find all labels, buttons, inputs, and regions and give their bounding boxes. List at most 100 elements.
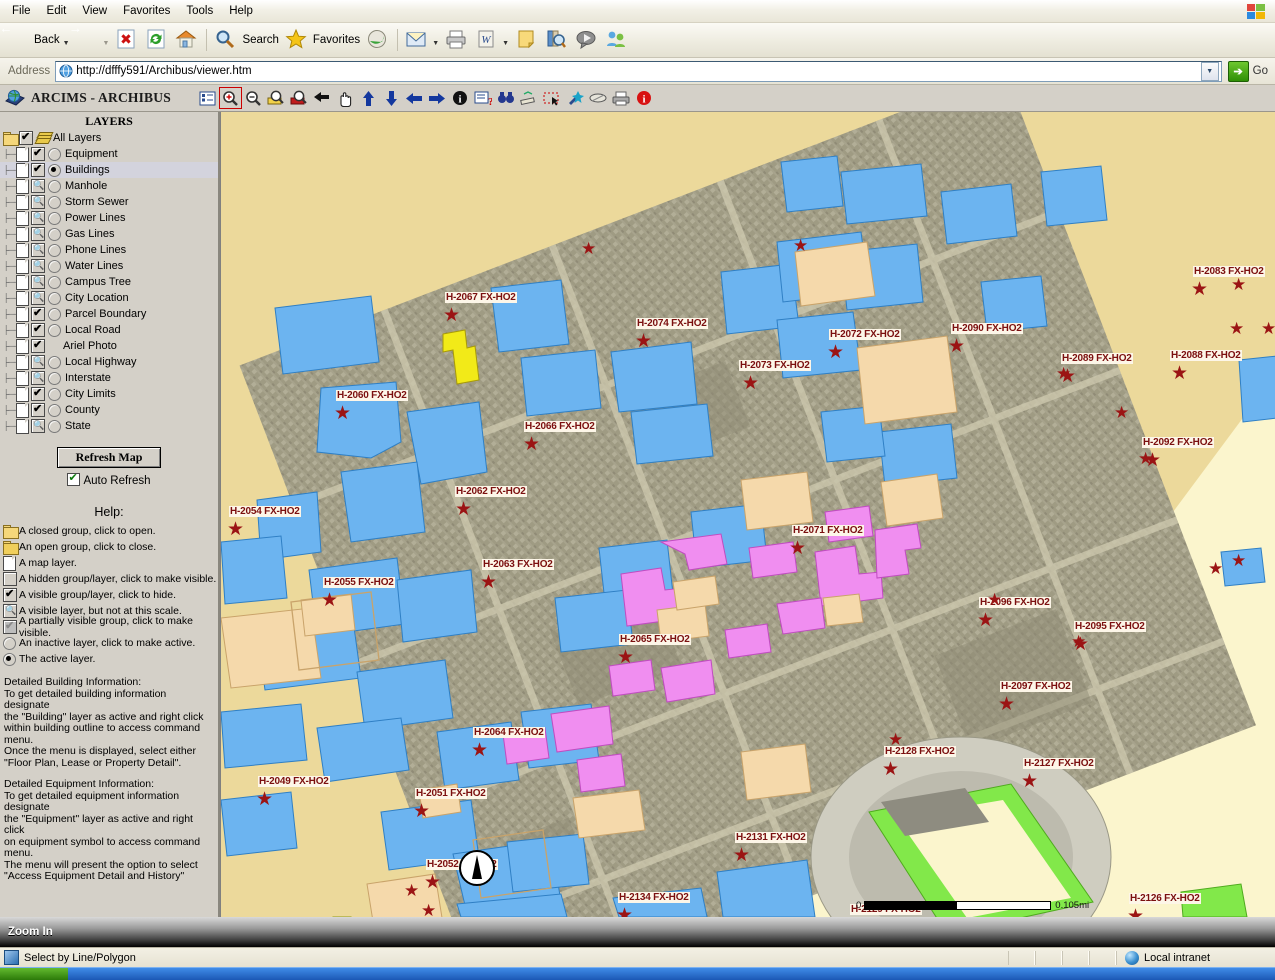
- layer-row-phone-lines[interactable]: ├── 🔍 Phone Lines: [0, 242, 218, 258]
- open-folder-icon[interactable]: [3, 132, 19, 146]
- mail-button[interactable]: ▼: [402, 26, 442, 54]
- equipment-star-marker[interactable]: ★: [256, 790, 273, 809]
- layer-row-buildings[interactable]: ├── ✔ Buildings: [0, 162, 218, 178]
- equipment-star-marker[interactable]: ★: [1208, 560, 1223, 577]
- discuss-button[interactable]: [572, 26, 602, 54]
- layer-row-interstate[interactable]: ├── 🔍 Interstate: [0, 370, 218, 386]
- query-tool[interactable]: ?: [473, 88, 494, 108]
- menu-item-view[interactable]: View: [74, 3, 115, 19]
- layer-row-equipment[interactable]: ├── ✔ Equipment: [0, 146, 218, 162]
- equipment-star-marker[interactable]: ★: [977, 611, 994, 630]
- select-box-tool[interactable]: [542, 88, 563, 108]
- auto-refresh-checkbox[interactable]: [67, 471, 81, 486]
- layer-active-radio[interactable]: [48, 243, 61, 257]
- equipment-star-marker[interactable]: ★: [1127, 907, 1144, 917]
- equipment-star-marker[interactable]: ★: [581, 240, 596, 257]
- layer-active-radio[interactable]: [48, 147, 61, 161]
- layer-visibility-checkbox[interactable]: 🔍: [31, 291, 45, 305]
- pan-east-tool[interactable]: [427, 88, 448, 108]
- layer-visibility-checkbox[interactable]: 🔍: [31, 179, 45, 193]
- equipment-star-marker[interactable]: ★: [1229, 320, 1244, 337]
- layer-visibility-checkbox[interactable]: 🔍: [31, 211, 45, 225]
- layer-visibility-checkbox[interactable]: ✔: [31, 403, 45, 417]
- stop-button[interactable]: ✖: [112, 26, 142, 54]
- menu-item-favorites[interactable]: Favorites: [115, 3, 178, 19]
- menu-item-tools[interactable]: Tools: [178, 3, 221, 19]
- equipment-star-marker[interactable]: ★: [793, 237, 808, 254]
- equipment-star-marker[interactable]: ★: [1021, 772, 1038, 791]
- layer-active-radio[interactable]: [48, 307, 61, 321]
- pan-north-tool[interactable]: [358, 88, 379, 108]
- equipment-star-marker[interactable]: ★: [523, 435, 540, 454]
- legend-tool[interactable]: [197, 88, 218, 108]
- forward-button[interactable]: → ▼: [69, 22, 113, 54]
- layer-active-radio[interactable]: [48, 291, 61, 305]
- print-tool[interactable]: [611, 88, 632, 108]
- layer-row-storm-sewer[interactable]: ├── 🔍 Storm Sewer: [0, 194, 218, 210]
- equipment-star-marker[interactable]: ★: [1071, 633, 1086, 650]
- layer-active-radio[interactable]: [48, 179, 61, 193]
- forward-dropdown-icon[interactable]: ▼: [103, 40, 110, 47]
- layer-visibility-checkbox[interactable]: ✔: [31, 387, 45, 401]
- go-button[interactable]: ➔ Go: [1227, 60, 1268, 82]
- layer-row-parcel-boundary[interactable]: ├── ✔ Parcel Boundary: [0, 306, 218, 322]
- equipment-star-marker[interactable]: ★: [480, 573, 497, 592]
- equipment-star-marker[interactable]: ★: [424, 873, 441, 892]
- layer-visibility-checkbox[interactable]: 🔍: [31, 419, 45, 433]
- auto-refresh-row[interactable]: Auto Refresh: [0, 471, 218, 487]
- messenger-button[interactable]: [602, 26, 632, 54]
- equipment-star-marker[interactable]: ★: [227, 520, 244, 539]
- layer-visibility-checkbox[interactable]: 🔍: [31, 259, 45, 273]
- layer-active-radio[interactable]: [48, 195, 61, 209]
- equipment-star-marker[interactable]: ★: [471, 741, 488, 760]
- equipment-star-marker[interactable]: ★: [1231, 552, 1246, 569]
- pan-west-tool[interactable]: [404, 88, 425, 108]
- edit-word-button[interactable]: W ▼: [472, 26, 512, 54]
- home-button[interactable]: [172, 26, 202, 54]
- back-extent-tool[interactable]: [312, 88, 333, 108]
- layer-row-state[interactable]: ├── 🔍 State: [0, 418, 218, 434]
- start-button[interactable]: [0, 968, 68, 980]
- layer-visibility-checkbox[interactable]: ✔: [31, 339, 45, 353]
- equipment-star-marker[interactable]: ★: [733, 846, 750, 865]
- layer-active-radio[interactable]: [48, 387, 61, 401]
- menu-item-help[interactable]: Help: [221, 3, 261, 19]
- identify-tool[interactable]: i: [450, 88, 471, 108]
- layer-active-radio[interactable]: [48, 403, 61, 417]
- equipment-star-marker[interactable]: ★: [948, 337, 965, 356]
- layer-row-campus-tree[interactable]: ├── 🔍 Campus Tree: [0, 274, 218, 290]
- security-zone[interactable]: Local intranet: [1116, 950, 1275, 965]
- layer-active-radio[interactable]: [48, 355, 61, 369]
- equipment-star-marker[interactable]: ★: [616, 906, 633, 917]
- layer-visibility-checkbox[interactable]: 🔍: [31, 371, 45, 385]
- pan-tool[interactable]: [335, 88, 356, 108]
- mail-dropdown-icon[interactable]: ▼: [432, 40, 439, 47]
- layer-active-radio[interactable]: [48, 227, 61, 241]
- search-button[interactable]: Search: [211, 26, 281, 54]
- equipment-star-marker[interactable]: ★: [443, 306, 460, 325]
- equipment-star-marker[interactable]: ★: [1056, 365, 1071, 382]
- equipment-star-marker[interactable]: ★: [1191, 280, 1208, 299]
- notes-button[interactable]: [512, 26, 542, 54]
- layer-visibility-checkbox[interactable]: ✔: [31, 307, 45, 321]
- about-tool[interactable]: i: [634, 88, 655, 108]
- zoom-in-tool[interactable]: [218, 87, 242, 109]
- layer-active-radio[interactable]: [48, 371, 61, 385]
- measure-tool[interactable]: [519, 88, 540, 108]
- equipment-star-marker[interactable]: ★: [413, 802, 430, 821]
- equipment-star-marker[interactable]: ★: [1138, 450, 1153, 467]
- layer-row-gas-lines[interactable]: ├── 🔍 Gas Lines: [0, 226, 218, 242]
- layer-row-city-location[interactable]: ├── 🔍 City Location: [0, 290, 218, 306]
- equipment-star-marker[interactable]: ★: [987, 591, 1002, 608]
- equipment-star-marker[interactable]: ★: [1231, 276, 1246, 293]
- layer-row-county[interactable]: ├── ✔ County: [0, 402, 218, 418]
- layer-visibility-checkbox[interactable]: 🔍: [31, 243, 45, 257]
- zoom-out-tool[interactable]: [243, 88, 264, 108]
- print-button[interactable]: [442, 26, 472, 54]
- research-button[interactable]: [542, 26, 572, 54]
- equipment-star-marker[interactable]: ★: [455, 500, 472, 519]
- media-button[interactable]: [363, 26, 393, 54]
- equipment-star-marker[interactable]: ★: [888, 731, 903, 748]
- layer-active-radio[interactable]: [48, 259, 61, 273]
- layer-row-power-lines[interactable]: ├── 🔍 Power Lines: [0, 210, 218, 226]
